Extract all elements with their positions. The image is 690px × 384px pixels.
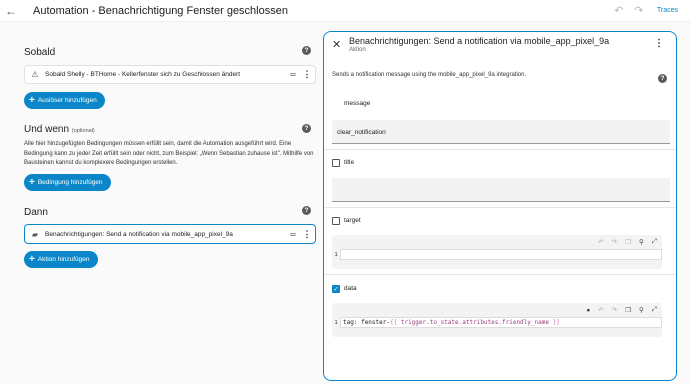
action-card-text: Benachrichtigungen: Send a notification …	[45, 230, 233, 238]
data-code-editor[interactable]: ● ↶ ↷ ❐ ⚲ ⤢ 1 tag: fenster-{{ trigger.to…	[332, 303, 662, 337]
actions-help-icon[interactable]: ?	[302, 206, 311, 215]
undo-icon[interactable]: ↶	[609, 4, 629, 17]
target-code-editor[interactable]: ↶ ↷ ❐ ⚲ ⤢ 1	[332, 235, 662, 269]
top-app-bar: ← Automation - Benachrichtigung Fenster …	[0, 0, 690, 22]
plus-icon: +	[29, 176, 35, 188]
traces-button[interactable]: Traces	[657, 7, 678, 14]
trigger-card[interactable]: ⚠ Sobald Shelly - BTHome - Kellerfenster…	[24, 65, 316, 84]
data-checkbox[interactable]: ✓	[332, 285, 340, 293]
fullscreen-icon[interactable]: ⤢	[652, 306, 657, 314]
target-code-input[interactable]	[340, 249, 662, 260]
code-expression: trigger.to_state.attributes.friendly_nam…	[400, 319, 549, 326]
target-checkbox[interactable]	[332, 217, 340, 225]
plus-icon: +	[29, 253, 35, 265]
plus-icon: +	[29, 94, 35, 106]
undo-icon[interactable]: ↶	[598, 306, 603, 314]
message-label: message	[344, 100, 371, 107]
line-number: 1	[334, 319, 338, 326]
back-arrow-icon[interactable]: ←	[0, 4, 22, 18]
data-code-input[interactable]: tag: fenster-{{ trigger.to_state.attribu…	[340, 317, 662, 328]
search-icon[interactable]: ⚲	[639, 238, 644, 246]
redo-icon[interactable]: ↷	[612, 306, 617, 314]
title-label: title	[344, 159, 355, 166]
code-close-brace: }}	[552, 319, 560, 326]
add-condition-label: Bedingung hinzufügen	[37, 179, 103, 186]
panel-help-icon[interactable]: ?	[658, 74, 667, 83]
info-icon[interactable]: ●	[586, 307, 590, 314]
divider	[324, 149, 676, 150]
divider	[324, 274, 676, 275]
add-trigger-label: Auslöser hinzufügen	[37, 97, 97, 104]
panel-description: Sends a notification message using the m…	[332, 72, 527, 78]
conditions-optional-label: (optional)	[71, 128, 95, 134]
actions-title: Dann	[24, 207, 48, 218]
conditions-description: Alle hier hinzugefügten Bedingungen müss…	[24, 141, 314, 166]
copy-icon[interactable]: ❐	[625, 238, 631, 246]
add-action-button[interactable]: + Aktion hinzufügen	[24, 251, 98, 268]
conditions-title-text: Und wenn	[24, 124, 70, 135]
title-field[interactable]	[332, 178, 670, 202]
drag-handle-icon[interactable]: ═	[287, 70, 299, 79]
conditions-title: Und wenn (optional)	[24, 124, 95, 135]
panel-subtitle: Aktion	[349, 47, 366, 53]
drag-handle-icon[interactable]: ═	[287, 230, 299, 239]
target-label: target	[344, 217, 361, 224]
target-code-line: 1	[332, 249, 662, 260]
redo-icon[interactable]: ↷	[629, 4, 649, 17]
triggers-help-icon[interactable]: ?	[302, 46, 311, 55]
search-icon[interactable]: ⚲	[639, 306, 644, 314]
shelly-trigger-icon: ⚠	[31, 70, 39, 79]
line-number: 1	[334, 251, 338, 258]
divider	[324, 207, 676, 208]
conditions-help-icon[interactable]: ?	[302, 124, 311, 133]
action-more-icon[interactable]: ⋮	[299, 229, 315, 240]
add-action-label: Aktion hinzufügen	[37, 256, 90, 263]
trigger-more-icon[interactable]: ⋮	[299, 69, 315, 80]
add-condition-button[interactable]: + Bedingung hinzufügen	[24, 174, 111, 191]
data-editor-toolbar: ● ↶ ↷ ❐ ⚲ ⤢	[332, 303, 662, 317]
target-editor-toolbar: ↶ ↷ ❐ ⚲ ⤢	[332, 235, 662, 249]
page-title: Automation - Benachrichtigung Fenster ge…	[33, 4, 288, 17]
panel-more-icon[interactable]: ⋮	[654, 38, 664, 49]
message-icon: ▰	[31, 229, 39, 239]
copy-icon[interactable]: ❐	[625, 306, 631, 314]
panel-header: ✕ Benachrichtigungen: Send a notificatio…	[324, 32, 676, 62]
data-label: data	[344, 285, 357, 292]
code-prefix: fenster-	[361, 319, 390, 326]
action-editor-panel: ✕ Benachrichtigungen: Send a notificatio…	[323, 31, 677, 381]
add-trigger-button[interactable]: + Auslöser hinzufügen	[24, 92, 105, 109]
undo-icon[interactable]: ↶	[598, 238, 603, 246]
triggers-title: Sobald	[24, 47, 56, 58]
fullscreen-icon[interactable]: ⤢	[652, 238, 657, 246]
data-code-line: 1 tag: fenster-{{ trigger.to_state.attri…	[332, 317, 662, 328]
title-checkbox[interactable]	[332, 159, 340, 167]
panel-title: Benachrichtigungen: Send a notification …	[349, 36, 610, 46]
code-key: tag:	[343, 319, 358, 326]
action-card[interactable]: ▰ Benachrichtigungen: Send a notificatio…	[24, 224, 316, 244]
close-icon[interactable]: ✕	[332, 38, 341, 51]
message-field[interactable]: clear_notification	[332, 120, 670, 144]
code-open-brace: {{	[389, 319, 398, 326]
redo-icon[interactable]: ↷	[612, 238, 617, 246]
trigger-card-text: Sobald Shelly - BTHome - Kellerfenster s…	[45, 71, 241, 78]
